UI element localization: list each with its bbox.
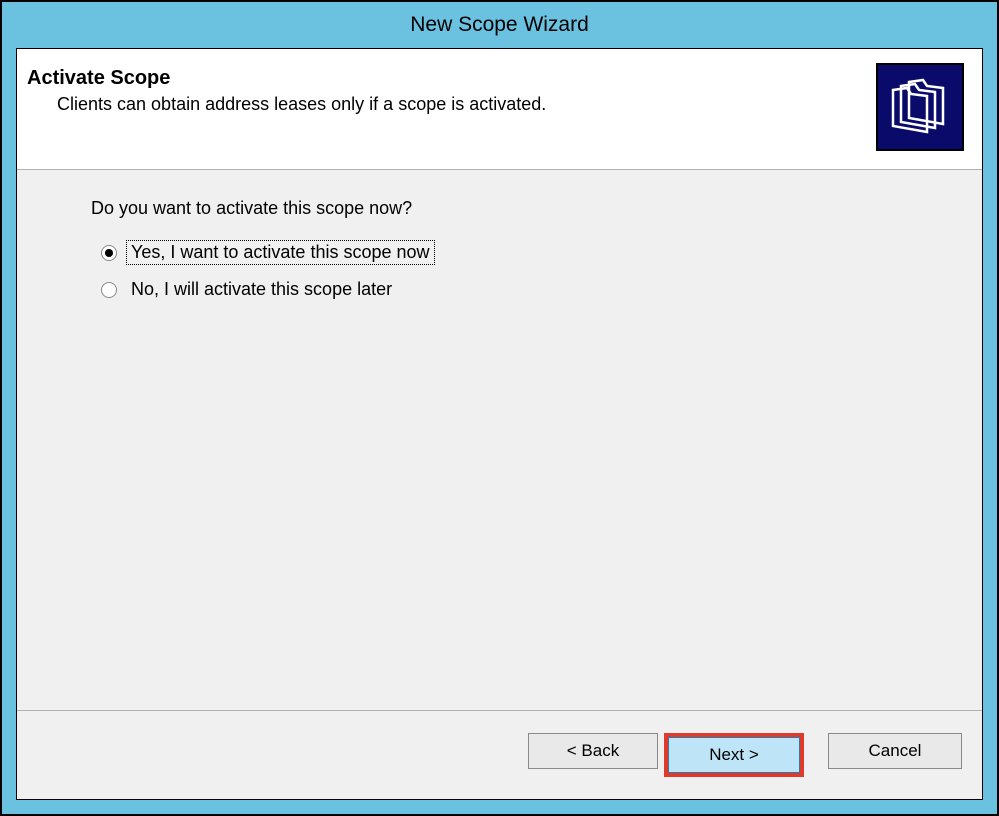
header-band: Activate Scope Clients can obtain addres… [17,49,982,170]
back-button[interactable]: < Back [528,733,658,769]
page-subtitle: Clients can obtain address leases only i… [27,94,864,115]
question-text: Do you want to activate this scope now? [91,198,912,219]
wizard-window: New Scope Wizard Activate Scope Clients … [0,0,999,816]
client-area: Activate Scope Clients can obtain addres… [16,48,983,800]
page-title: Activate Scope [27,67,864,90]
radio-no-input[interactable] [101,282,117,298]
radio-option-no[interactable]: No, I will activate this scope later [101,278,912,301]
header-text: Activate Scope Clients can obtain addres… [27,63,864,115]
radio-yes-input[interactable] [101,245,117,261]
next-button[interactable]: Next > [668,737,800,773]
cancel-button[interactable]: Cancel [828,733,962,769]
radio-option-yes[interactable]: Yes, I want to activate this scope now [101,241,912,264]
folders-icon [876,63,964,151]
titlebar[interactable]: New Scope Wizard [2,2,997,48]
window-title: New Scope Wizard [410,13,589,37]
radio-no-label: No, I will activate this scope later [127,278,396,301]
footer-buttons: < Back Next > Cancel [17,710,982,799]
content-area: Do you want to activate this scope now? … [17,170,982,710]
next-button-highlight: Next > [664,733,804,777]
radio-yes-label: Yes, I want to activate this scope now [127,241,434,264]
